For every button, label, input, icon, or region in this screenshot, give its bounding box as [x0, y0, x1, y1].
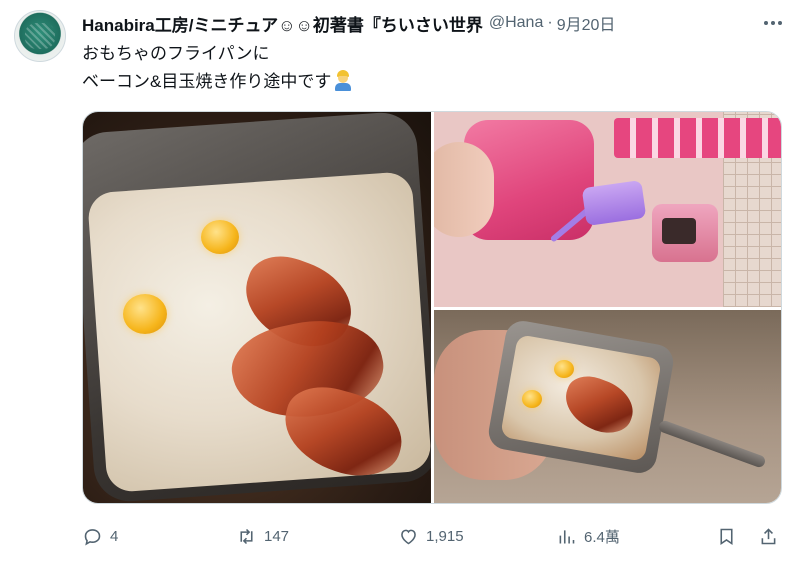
- tweet-text: おもちゃのフライパンに ベーコン&目玉焼き作り途中です: [82, 40, 353, 96]
- mini-yolk-2: [522, 390, 542, 408]
- bookmark-button[interactable]: [716, 520, 737, 552]
- mini-yolk-1: [554, 360, 574, 378]
- views-icon: [559, 529, 575, 543]
- package-card: [614, 118, 781, 158]
- yolk-2: [123, 294, 167, 334]
- retweet-button[interactable]: 147: [236, 520, 289, 552]
- photo-top-right[interactable]: [434, 112, 781, 307]
- retweet-count: 147: [264, 527, 290, 545]
- bookmark-icon: [720, 528, 733, 545]
- mini-pan-handle: [657, 419, 767, 469]
- share-button[interactable]: [758, 520, 779, 552]
- more-icon[interactable]: [761, 12, 785, 34]
- toaster-picture: [652, 204, 718, 262]
- yolk-1: [201, 220, 239, 254]
- reply-button[interactable]: 4: [82, 520, 118, 552]
- tweet-date[interactable]: 9月20日: [557, 11, 616, 35]
- tweet-header: Hanabira工房/ミニチュア☺☺初著書『ちいさい世界 @Hana · 9月2…: [82, 11, 615, 35]
- action-bar: 4 147 1,915 6.4萬: [82, 520, 782, 552]
- view-count: 6.4萬: [584, 528, 620, 546]
- reply-count: 4: [110, 527, 119, 545]
- like-count: 1,915: [426, 527, 464, 545]
- share-icon: [761, 527, 776, 544]
- tweet-text-line-1: おもちゃのフライパンに: [82, 44, 270, 63]
- avatar[interactable]: [14, 10, 66, 62]
- reply-icon: [84, 528, 101, 546]
- display-name[interactable]: Hanabira工房/ミニチュア☺☺初著書『ちいさい世界: [82, 11, 483, 36]
- finger-shape: [434, 142, 494, 237]
- views-button[interactable]: 6.4萬: [556, 520, 620, 552]
- retweet-icon: [240, 528, 253, 544]
- user-handle[interactable]: @Hana: [489, 14, 544, 32]
- construction-worker-emoji-icon: [333, 69, 353, 91]
- photo-bottom-right[interactable]: [434, 310, 781, 503]
- heart-icon: [401, 529, 416, 544]
- tweet-text-line-2-content: ベーコン&目玉焼き作り途中です: [82, 72, 332, 91]
- photo-main[interactable]: [83, 112, 431, 503]
- toy-pan: [581, 180, 647, 226]
- separator-dot: ·: [547, 14, 553, 31]
- tweet-text-line-2: ベーコン&目玉焼き作り途中です: [82, 68, 353, 96]
- media-grid: [82, 111, 782, 504]
- like-button[interactable]: 1,915: [398, 520, 464, 552]
